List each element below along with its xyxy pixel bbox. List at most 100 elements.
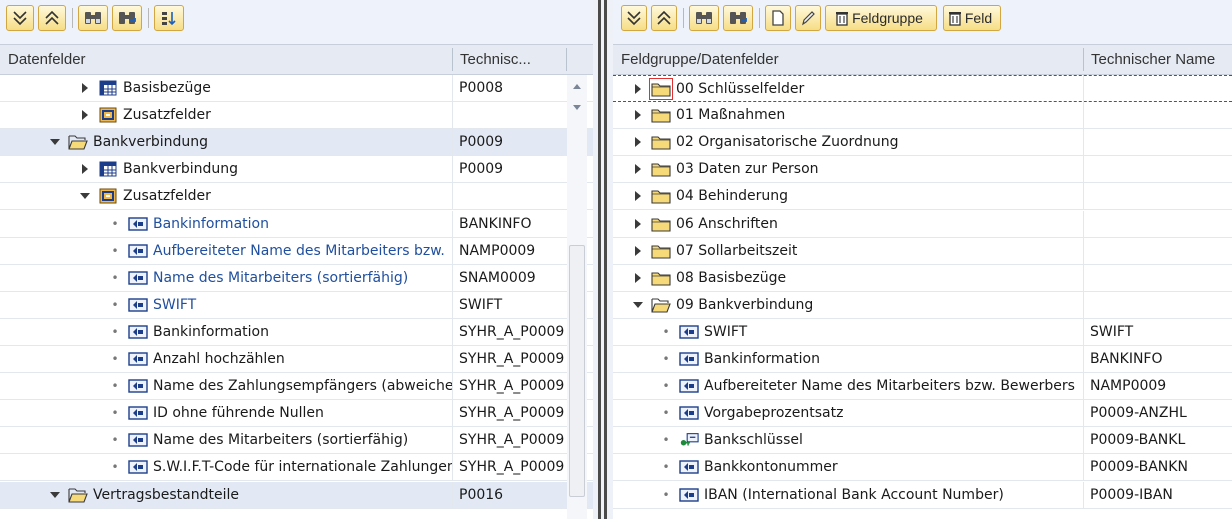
technical-name-cell: SWIFT bbox=[452, 291, 566, 318]
tree-leaf-row[interactable]: • ID ohne führende Nullen SYHR_A_P0009 bbox=[0, 400, 593, 428]
find-button-right[interactable] bbox=[689, 5, 719, 31]
collapsed-triangle-icon[interactable] bbox=[631, 217, 645, 231]
edit-button[interactable] bbox=[795, 5, 821, 31]
tree-leaf-row[interactable]: • Aufbereiteter Name des Mitarbeiters bzw… bbox=[0, 237, 593, 265]
tree-leaf-row[interactable]: • IBAN (International Bank Account Number… bbox=[613, 481, 1232, 509]
data-field-icon bbox=[679, 486, 699, 504]
collapse-all-icon bbox=[45, 10, 59, 25]
tree-node-row[interactable]: 03 Daten zur Person bbox=[613, 156, 1232, 184]
tree-leaf-row[interactable]: • Bankschlüssel P0009-BANKL bbox=[613, 427, 1232, 455]
technical-name-cell: SNAM0009 bbox=[452, 264, 566, 291]
technical-name-cell: SYHR_A_P0009 bbox=[452, 346, 566, 372]
expand-all-button-right[interactable] bbox=[621, 5, 647, 31]
left-vertical-scrollbar[interactable] bbox=[567, 75, 587, 519]
bullet-icon: • bbox=[662, 433, 670, 448]
collapsed-triangle-icon[interactable] bbox=[78, 108, 92, 122]
tree-leaf-row[interactable]: • Bankinformation BANKINFO bbox=[613, 346, 1232, 373]
expanded-triangle-icon[interactable] bbox=[78, 189, 92, 203]
new-document-button[interactable] bbox=[765, 5, 791, 31]
tree-node-row[interactable]: 02 Organisatorische Zuordnung bbox=[613, 129, 1232, 157]
tree-leaf-row[interactable]: • Vorgabeprozentsatz P0009-ANZHL bbox=[613, 400, 1232, 428]
collapse-all-icon bbox=[657, 10, 671, 25]
scroll-down-arrow[interactable] bbox=[567, 97, 587, 119]
tree-item-label: Name des Mitarbeiters (sortierfähig) bbox=[153, 269, 409, 286]
column-header-datenfelder[interactable]: Datenfelder bbox=[0, 45, 452, 74]
find-next-button[interactable] bbox=[112, 5, 142, 31]
tree-node-row[interactable]: 09 Bankverbindung bbox=[613, 291, 1232, 319]
collapsed-triangle-icon[interactable] bbox=[631, 82, 645, 96]
delete-field-group-button[interactable]: Feldgruppe bbox=[825, 5, 937, 31]
column-header-feldgruppe[interactable]: Feldgruppe/Datenfelder bbox=[613, 45, 1083, 74]
tree-node-row[interactable]: Zusatzfelder bbox=[0, 183, 593, 211]
tree-leaf-row[interactable]: • Aufbereiteter Name des Mitarbeiters bzw… bbox=[613, 373, 1232, 401]
pane-splitter[interactable] bbox=[593, 0, 613, 519]
bullet-icon: • bbox=[662, 379, 670, 394]
tree-item-label: 02 Organisatorische Zuordnung bbox=[676, 134, 899, 151]
collapsed-triangle-icon[interactable] bbox=[631, 135, 645, 149]
sort-button[interactable] bbox=[154, 5, 184, 31]
tree-leaf-row[interactable]: • Bankkontonummer P0009-BANKN bbox=[613, 454, 1232, 482]
delete-field-label: Feld bbox=[964, 10, 993, 26]
tree-item-label: IBAN (International Bank Account Number) bbox=[704, 486, 1004, 503]
tree-node-row[interactable]: Bankverbindung P0009 bbox=[0, 156, 593, 184]
tree-node-row[interactable]: 06 Anschriften bbox=[613, 210, 1232, 238]
scroll-up-arrow[interactable] bbox=[567, 75, 587, 97]
expanded-triangle-icon[interactable] bbox=[48, 488, 62, 502]
additional-fields-icon bbox=[98, 187, 118, 205]
left-toolbar bbox=[0, 0, 593, 44]
tree-node-row[interactable]: 08 Basisbezüge bbox=[613, 264, 1232, 292]
expand-all-button[interactable] bbox=[6, 5, 34, 31]
tree-leaf-row[interactable]: • SWIFT SWIFT bbox=[0, 291, 593, 319]
sort-icon bbox=[162, 12, 176, 26]
collapsed-triangle-icon[interactable] bbox=[78, 81, 92, 95]
expand-all-icon bbox=[627, 11, 641, 26]
tree-node-row[interactable]: Bankverbindung P0009 bbox=[0, 129, 593, 157]
tree-item-label: 09 Bankverbindung bbox=[676, 296, 814, 313]
technical-name-cell bbox=[1083, 237, 1232, 264]
tree-leaf-row[interactable]: • Bankinformation BANKINFO bbox=[0, 210, 593, 238]
technical-name-cell: NAMP0009 bbox=[452, 237, 566, 264]
collapse-all-button-right[interactable] bbox=[651, 5, 677, 31]
tree-leaf-row[interactable]: • Name des Zahlungsempfängers (abweichend… bbox=[0, 373, 593, 401]
collapsed-triangle-icon[interactable] bbox=[631, 108, 645, 122]
tree-node-row[interactable]: 07 Sollarbeitszeit bbox=[613, 237, 1232, 265]
binoculars-icon bbox=[85, 12, 101, 24]
folder-open-icon bbox=[68, 486, 88, 504]
tree-leaf-row[interactable]: • Bankinformation SYHR_A_P0009 bbox=[0, 318, 593, 346]
tree-leaf-row[interactable]: • Name des Mitarbeiters (sortierfähig) SYH… bbox=[0, 427, 593, 455]
find-button[interactable] bbox=[78, 5, 108, 31]
tree-leaf-row[interactable]: • SWIFT SWIFT bbox=[613, 318, 1232, 346]
tree-node-row[interactable]: 04 Behinderung bbox=[613, 183, 1232, 211]
tree-leaf-row[interactable]: • Anzahl hochzählen SYHR_A_P0009 bbox=[0, 346, 593, 373]
expand-all-icon bbox=[13, 11, 27, 26]
expanded-triangle-icon[interactable] bbox=[631, 298, 645, 312]
tree-node-row[interactable]: Vertragsbestandteile P0016 bbox=[0, 481, 593, 509]
tree-leaf-row[interactable]: • S.W.I.F.T-Code für internationale Zahlu… bbox=[0, 454, 593, 482]
tree-node-row[interactable]: Basisbezüge P0008 bbox=[0, 75, 593, 102]
column-header-technischer-name[interactable]: Technischer Name bbox=[1083, 45, 1232, 74]
collapsed-triangle-icon[interactable] bbox=[631, 189, 645, 203]
tree-leaf-row[interactable]: • Name des Mitarbeiters (sortierfähig) SNA… bbox=[0, 264, 593, 292]
technical-name-cell: P0009-IBAN bbox=[1083, 481, 1232, 508]
collapsed-triangle-icon[interactable] bbox=[78, 162, 92, 176]
tree-node-row[interactable]: 00 Schlüsselfelder bbox=[613, 75, 1232, 102]
data-field-icon bbox=[128, 242, 148, 260]
collapse-all-button[interactable] bbox=[38, 5, 66, 31]
find-next-button-right[interactable] bbox=[723, 5, 753, 31]
delete-field-button[interactable]: Feld bbox=[943, 5, 1001, 31]
folder-open-icon bbox=[68, 133, 88, 151]
bullet-icon: • bbox=[111, 406, 119, 421]
expanded-triangle-icon[interactable] bbox=[48, 135, 62, 149]
folder-icon bbox=[649, 78, 673, 100]
tree-node-row[interactable]: 01 Maßnahmen bbox=[613, 102, 1232, 130]
collapsed-triangle-icon[interactable] bbox=[631, 271, 645, 285]
data-field-icon bbox=[128, 404, 148, 422]
collapsed-triangle-icon[interactable] bbox=[631, 162, 645, 176]
data-field-icon bbox=[679, 377, 699, 395]
collapsed-triangle-icon[interactable] bbox=[631, 244, 645, 258]
column-header-technical-name[interactable]: Technisc... bbox=[452, 45, 566, 74]
left-scroll-thumb[interactable] bbox=[569, 245, 585, 497]
right-pane: Feldgruppe Feld Feldgruppe/Datenfelder T… bbox=[613, 0, 1232, 519]
tree-node-row[interactable]: Zusatzfelder bbox=[0, 102, 593, 130]
tree-item-label: 00 Schlüsselfelder bbox=[676, 81, 805, 97]
